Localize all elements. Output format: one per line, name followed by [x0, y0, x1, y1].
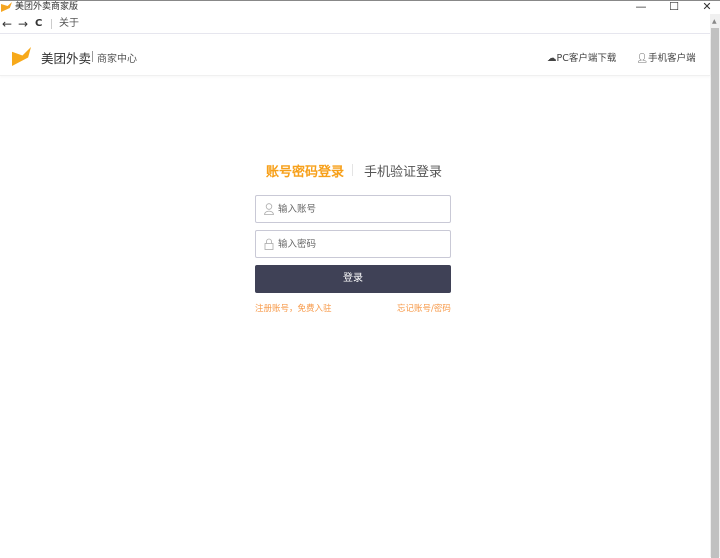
pc-download-link[interactable]: ☁PC客户端下载	[547, 50, 616, 64]
brand-name: 美团外卖	[41, 51, 92, 66]
account-field[interactable]	[255, 195, 451, 223]
brand-divider	[92, 51, 93, 62]
minimize-button[interactable]: —	[631, 1, 651, 13]
window-titlebar: 美团外卖商家版 — ☐ ✕	[0, 0, 720, 14]
back-button[interactable]: ←	[2, 14, 12, 34]
nav-bar: ← → C 关于	[0, 14, 710, 34]
nav-divider	[51, 19, 52, 29]
about-link[interactable]: 关于	[59, 14, 79, 34]
tab-sms-login[interactable]: 手机验证登录	[364, 161, 442, 180]
register-link[interactable]: 注册账号，免费入驻	[255, 302, 332, 314]
brand-subtitle: 商家中心	[97, 54, 137, 65]
meituan-logo-icon	[12, 47, 31, 66]
password-input[interactable]	[278, 231, 448, 257]
tab-divider	[352, 164, 353, 176]
cloud-download-icon: ☁	[547, 53, 557, 64]
mobile-client-link[interactable]: 👤︎手机客户端	[636, 50, 696, 64]
reload-button[interactable]: C	[35, 14, 42, 34]
site-header: 美团外卖 商家中心 ☁PC客户端下载 👤︎手机客户端	[0, 36, 710, 76]
account-input[interactable]	[278, 196, 448, 222]
password-field[interactable]	[255, 230, 451, 258]
app-logo-icon	[1, 2, 12, 12]
maximize-button[interactable]: ☐	[664, 1, 684, 13]
mobile-client-label: 手机客户端	[648, 53, 696, 64]
scroll-up-icon[interactable]: ▲	[712, 18, 717, 25]
tab-password-login[interactable]: 账号密码登录	[266, 161, 344, 180]
scrollbar-thumb[interactable]	[711, 28, 719, 558]
user-icon: 👤︎	[636, 53, 649, 64]
lock-icon	[264, 238, 274, 250]
user-icon	[264, 203, 274, 215]
close-button[interactable]: ✕	[697, 1, 717, 13]
scrollbar[interactable]: ▲	[710, 14, 720, 558]
pc-download-label: PC客户端下载	[556, 53, 617, 64]
forward-button[interactable]: →	[18, 14, 28, 34]
window-title: 美团外卖商家版	[15, 2, 79, 12]
forgot-password-link[interactable]: 忘记账号/密码	[397, 302, 451, 314]
login-button[interactable]: 登录	[255, 265, 451, 293]
